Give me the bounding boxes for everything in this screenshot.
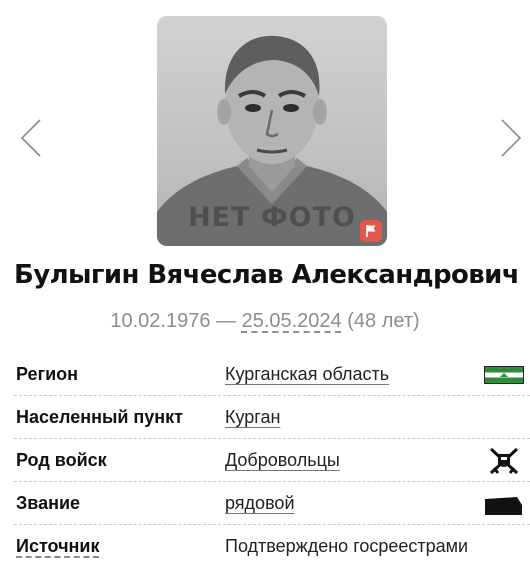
source-label[interactable]: Источник <box>16 536 99 557</box>
birth-date: 10.02.1976 <box>110 310 211 332</box>
volunteers-emblem-icon <box>488 446 520 481</box>
detail-row-rank: Звание рядовой <box>14 482 530 525</box>
detail-row-branch: Род войск Добровольцы <box>14 439 530 482</box>
source-value: Подтверждено госреестрами <box>225 536 469 556</box>
region-link[interactable]: Курганская область <box>225 364 389 385</box>
life-dates: 10.02.1976 — 25.05.2024 (48 лет) <box>0 310 530 333</box>
date-separator: — <box>210 310 242 332</box>
branch-label: Род войск <box>16 450 107 470</box>
flag-icon <box>366 225 376 237</box>
report-flag-button[interactable] <box>360 220 382 242</box>
previous-arrow-icon[interactable] <box>18 118 44 158</box>
rank-label: Звание <box>16 493 81 513</box>
rank-insignia-icon <box>485 497 523 520</box>
portrait-photo: НЕТ ФОТО <box>157 16 387 246</box>
death-date-link[interactable]: 25.05.2024 <box>242 310 342 332</box>
detail-row-region: Регион Курганская область <box>14 353 530 396</box>
next-arrow-icon[interactable] <box>498 118 524 158</box>
settlement-link[interactable]: Курган <box>225 407 280 428</box>
region-label: Регион <box>16 364 78 384</box>
detail-row-source: Источник Подтверждено госреестрами <box>14 525 530 567</box>
rank-link[interactable]: рядовой <box>225 493 295 514</box>
settlement-label: Населенный пункт <box>16 407 184 427</box>
branch-link[interactable]: Добровольцы <box>225 450 340 471</box>
detail-row-settlement: Населенный пункт Курган <box>14 396 530 439</box>
age: (48 лет) <box>341 310 420 332</box>
no-photo-label: НЕТ ФОТО <box>188 202 356 233</box>
region-flag-icon <box>484 366 524 389</box>
person-name: Булыгин Вячеслав Александрович <box>14 260 520 290</box>
